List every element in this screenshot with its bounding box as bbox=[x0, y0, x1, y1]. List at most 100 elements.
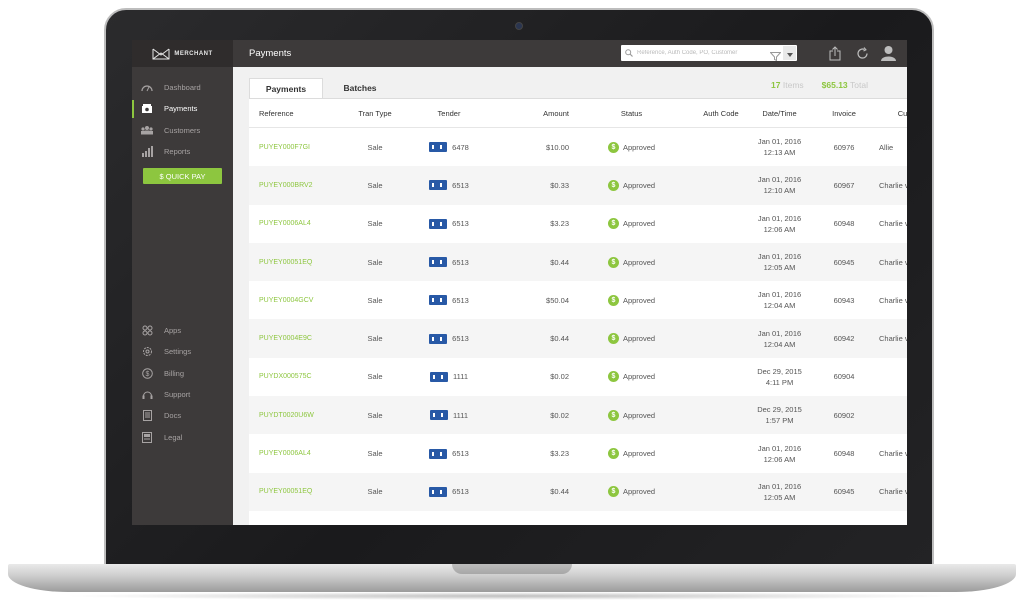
svg-text:$: $ bbox=[145, 371, 149, 378]
header-invoice[interactable]: Invoice bbox=[811, 109, 877, 118]
cell-amount: $0.33 bbox=[550, 180, 569, 190]
cell-tran-type: Sale bbox=[367, 257, 383, 267]
header-amount[interactable]: Amount bbox=[481, 109, 569, 118]
sidebar-item-support[interactable]: Support bbox=[132, 384, 233, 405]
sidebar-item-label: Legal bbox=[164, 432, 183, 442]
header-tran-type[interactable]: Tran Type bbox=[333, 109, 417, 118]
headset-icon bbox=[140, 389, 154, 401]
search-input[interactable] bbox=[637, 50, 765, 56]
cell-status: $ Approved bbox=[569, 333, 694, 345]
cell-reference[interactable]: PUYEY0004GCV bbox=[249, 297, 333, 304]
cell-date-time: Jan 01, 2016 12:06 AM bbox=[757, 213, 802, 234]
sidebar-item-payments[interactable]: Payments bbox=[132, 98, 233, 119]
items-count: 17 Items bbox=[771, 80, 804, 90]
sidebar-item-apps[interactable]: Apps bbox=[132, 320, 233, 341]
tab-bar: Payments Batches bbox=[249, 78, 397, 98]
cell-customer: Charlie vault bbox=[879, 487, 907, 497]
header-status[interactable]: Status bbox=[569, 109, 694, 118]
chevron-down-icon bbox=[786, 44, 793, 62]
table-row[interactable]: PUYDT0020U6W Sale 1111 $0.02 $ Approved D… bbox=[249, 396, 907, 435]
cell-reference[interactable]: PUYEY0004E9C bbox=[249, 335, 333, 342]
quick-pay-button[interactable]: $ QUICK PAY bbox=[143, 168, 222, 185]
dollar-icon: $ bbox=[140, 367, 154, 379]
sidebar: MERCHANT Dashboard Payments Customers Re… bbox=[132, 40, 233, 525]
dollar-approved-icon: $ bbox=[607, 333, 619, 345]
cell-invoice: 60904 bbox=[833, 372, 855, 382]
cell-customer: Charlie vault bbox=[879, 257, 907, 267]
cell-reference[interactable]: PUYEY00051EQ bbox=[249, 259, 333, 266]
tab-payments[interactable]: Payments bbox=[249, 78, 323, 98]
cell-tran-type: Sale bbox=[367, 180, 383, 190]
sidebar-item-customers[interactable]: Customers bbox=[132, 120, 233, 141]
tab-batches[interactable]: Batches bbox=[323, 78, 397, 98]
cell-reference[interactable]: PUYEY000F7GI bbox=[249, 144, 333, 151]
cell-tender: 1111 bbox=[417, 410, 481, 421]
cell-reference[interactable]: PUYEY0006AL4 bbox=[249, 450, 333, 457]
logo[interactable]: MERCHANT bbox=[132, 40, 233, 67]
table-row[interactable]: PUYDX000575C Sale 1111 $0.02 $ Approved D… bbox=[249, 358, 907, 396]
table-row[interactable]: PUYEY0004E9C Sale 6513 $0.44 $ Approved J… bbox=[249, 319, 907, 358]
cell-reference[interactable]: PUYDT0020U6W bbox=[249, 412, 333, 419]
cell-tender: 6513 bbox=[417, 295, 481, 306]
cell-amount: $0.02 bbox=[550, 410, 569, 420]
cell-date-time: Jan 01, 2016 12:05 AM bbox=[757, 481, 802, 502]
sidebar-item-label: Docs bbox=[164, 411, 182, 421]
page-title: Payments bbox=[249, 48, 292, 59]
cell-reference[interactable]: PUYEY00051EQ bbox=[249, 488, 333, 495]
dollar-approved-icon: $ bbox=[607, 371, 619, 383]
user-icon[interactable] bbox=[881, 45, 896, 66]
cell-reference[interactable]: PUYDX000575C bbox=[249, 373, 333, 380]
cell-amount: $0.02 bbox=[550, 372, 569, 382]
table-row[interactable]: PUYEY000F7GI Sale 6478 $10.00 $ Approved … bbox=[249, 128, 907, 166]
sidebar-item-dashboard[interactable]: Dashboard bbox=[132, 77, 233, 98]
table-row[interactable]: PUYEY00051EQ Sale 6513 $0.44 $ Approved J… bbox=[249, 242, 907, 282]
sidebar-item-billing[interactable]: $ Billing bbox=[132, 363, 233, 384]
sidebar-item-label: Dashboard bbox=[164, 83, 201, 93]
refresh-icon[interactable] bbox=[856, 47, 869, 65]
sidebar-item-label: Settings bbox=[164, 347, 192, 357]
filter-icon[interactable] bbox=[769, 48, 782, 66]
cell-date-time: Jan 01, 2016 12:05 AM bbox=[757, 252, 802, 273]
cell-amount: $0.44 bbox=[550, 487, 569, 497]
header-customer[interactable]: Customer bbox=[877, 109, 907, 118]
credit-card-icon bbox=[429, 295, 448, 306]
cell-invoice: 60948 bbox=[833, 219, 855, 229]
cell-customer: Charlie vault bbox=[879, 449, 907, 459]
credit-card-icon bbox=[429, 486, 448, 497]
cell-amount: $0.44 bbox=[550, 334, 569, 344]
cell-invoice: 60948 bbox=[833, 449, 855, 459]
cell-tender: 6513 bbox=[417, 218, 481, 229]
header-date-time[interactable]: Date/Time bbox=[748, 108, 811, 119]
sidebar-nav: Dashboard Payments Customers Reports bbox=[132, 77, 233, 162]
sidebar-item-label: Reports bbox=[164, 147, 191, 157]
header-auth-code[interactable]: Auth Code bbox=[694, 109, 748, 118]
credit-card-icon bbox=[429, 257, 448, 268]
cell-date-time: Jan 01, 2016 12:04 AM bbox=[757, 290, 802, 311]
cell-amount: $0.44 bbox=[550, 257, 569, 267]
table-row[interactable]: PUYEY0004GCV Sale 6513 $50.04 $ Approved … bbox=[249, 281, 907, 319]
cell-tender: 6513 bbox=[417, 486, 481, 497]
cell-customer: Charlie vault bbox=[879, 295, 907, 305]
cell-status: $ Approved bbox=[569, 371, 694, 383]
header-reference[interactable]: Reference bbox=[249, 109, 333, 118]
cell-status: $ Approved bbox=[569, 179, 694, 191]
credit-card-icon bbox=[429, 371, 448, 382]
table-row[interactable]: PUYEY0006AL4 Sale 6513 $3.23 $ Approved J… bbox=[249, 434, 907, 472]
cell-date-time: Jan 01, 2016 12:06 AM bbox=[757, 443, 802, 464]
sidebar-item-legal[interactable]: Legal bbox=[132, 426, 233, 447]
cell-status: $ Approved bbox=[569, 294, 694, 306]
search-dropdown-button[interactable] bbox=[783, 46, 796, 60]
cell-tran-type: Sale bbox=[367, 487, 383, 497]
sidebar-item-label: Payments bbox=[164, 104, 198, 114]
sidebar-item-docs[interactable]: Docs bbox=[132, 405, 233, 426]
export-icon[interactable] bbox=[829, 46, 841, 66]
cell-reference[interactable]: PUYEY000BRV2 bbox=[249, 182, 333, 189]
header-tender[interactable]: Tender bbox=[417, 109, 481, 118]
sidebar-item-settings[interactable]: Settings bbox=[132, 341, 233, 362]
table-row[interactable]: PUYEY00051EQ Sale 6513 $0.44 $ Approved J… bbox=[249, 472, 907, 511]
sidebar-item-reports[interactable]: Reports bbox=[132, 141, 233, 162]
laptop-notch bbox=[452, 564, 572, 574]
cell-reference[interactable]: PUYEY0006AL4 bbox=[249, 220, 333, 227]
table-row[interactable]: PUYEY000BRV2 Sale 6513 $0.33 $ Approved J… bbox=[249, 166, 907, 205]
table-row[interactable]: PUYEY0006AL4 Sale 6513 $3.23 $ Approved J… bbox=[249, 205, 907, 243]
